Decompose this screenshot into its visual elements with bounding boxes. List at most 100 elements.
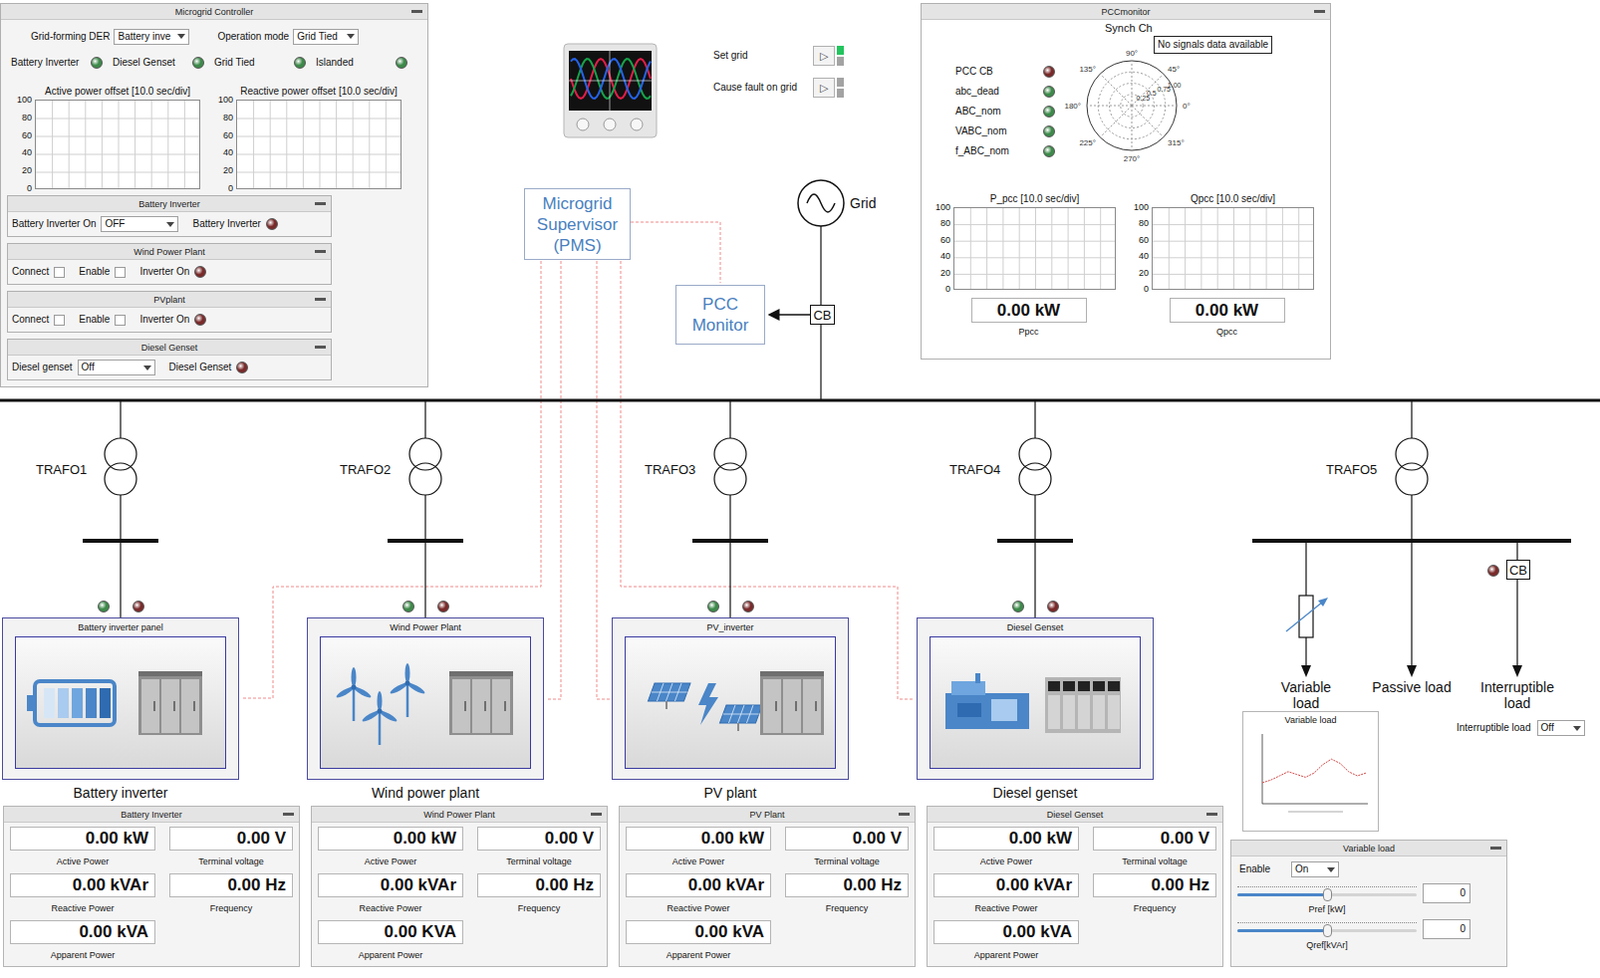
minimize-icon[interactable] xyxy=(1206,812,1218,816)
subpanel-item: Connect xyxy=(11,266,65,278)
enable-label: Enable xyxy=(1239,863,1272,876)
chart-title: Reactive power offset [10.0 sec/div] xyxy=(214,85,402,98)
minimize-icon[interactable] xyxy=(314,297,326,301)
status-led xyxy=(395,56,408,69)
slider-block: 0 Pref [kW] xyxy=(1237,883,1507,916)
minimize-icon[interactable] xyxy=(898,812,910,816)
checkbox[interactable] xyxy=(114,266,126,278)
caret-down-icon xyxy=(166,222,175,228)
status-led xyxy=(1043,85,1056,98)
pcc-monitor-box[interactable]: PCCMonitor xyxy=(675,284,766,345)
dropdown-value: Battery inve xyxy=(117,30,171,43)
minimize-icon[interactable] xyxy=(1490,846,1502,850)
chart-tick: 40 xyxy=(214,148,234,158)
minimize-icon[interactable] xyxy=(314,250,326,254)
checkbox[interactable] xyxy=(53,266,65,278)
der-panel[interactable]: Diesel Genset xyxy=(916,617,1154,781)
slider[interactable] xyxy=(1237,885,1417,902)
chart-tick: 0 xyxy=(12,184,32,194)
chart-title: P_pcc [10.0 sec/div] xyxy=(931,193,1116,206)
variable-load-preview[interactable]: Variable load xyxy=(1242,711,1379,832)
slider[interactable] xyxy=(1237,921,1417,938)
dropdown[interactable]: Grid Tied xyxy=(292,28,359,45)
readout-field: 0.00 KVAApparent Power xyxy=(317,920,464,962)
minimize-icon[interactable] xyxy=(282,812,294,816)
transformer-label: TRAFO2 xyxy=(339,462,391,478)
chart-tick: 60 xyxy=(12,131,32,141)
dropdown[interactable]: On xyxy=(1291,861,1339,878)
subpanel-item: Enable xyxy=(78,313,126,326)
chart-tick: 60 xyxy=(931,236,951,246)
panel-title-bar: Wind Power Plant xyxy=(7,244,331,261)
der-panel[interactable]: Battery inverter panel xyxy=(1,617,240,781)
chart-y-ticks: 100806040200 xyxy=(214,95,237,194)
dropdown[interactable]: OFF xyxy=(100,216,179,233)
dropdown[interactable]: Off xyxy=(77,359,156,376)
readout-caption: Active Power xyxy=(364,855,418,868)
readout-field: 0.00 HzFrequency xyxy=(785,873,909,915)
minimize-icon[interactable] xyxy=(314,345,326,349)
der-status-leds xyxy=(97,600,145,613)
grid-action-button[interactable]: ▷ xyxy=(812,45,835,66)
dropdown[interactable]: Battery inve xyxy=(113,28,190,45)
dropdown-value: OFF xyxy=(104,218,125,231)
indicator: Islanded xyxy=(315,55,408,70)
pcc-chart-block: P_pcc [10.0 sec/div]1008060402000.00 kWP… xyxy=(931,193,1116,338)
readout-value: 0.00 kVAr xyxy=(9,873,156,898)
panel-title: PV Plant xyxy=(749,808,785,821)
readout-field: 0.00 kWActive Power xyxy=(317,826,464,868)
readout-value: 0.00 Hz xyxy=(477,873,601,898)
indicator-label: Islanded xyxy=(315,55,354,70)
minimize-icon[interactable] xyxy=(590,812,602,816)
chart-plot xyxy=(34,99,201,190)
item-label: Battery Inverter On xyxy=(11,218,96,231)
action-indicator xyxy=(836,56,844,66)
der-panel-title: Diesel Genset xyxy=(917,618,1153,637)
chart-title: Qpcc [10.0 sec/div] xyxy=(1129,193,1315,206)
minimize-icon[interactable] xyxy=(1314,9,1326,13)
checkbox[interactable] xyxy=(53,314,65,326)
chart-tick: 100 xyxy=(1129,203,1149,213)
checkbox[interactable] xyxy=(114,314,126,326)
pcc-box-text: PCC xyxy=(702,293,739,315)
subpanel-item: Enable xyxy=(78,266,126,278)
chart-y-ticks: 100806040200 xyxy=(1129,203,1152,294)
pcc-led-label: ABC_nom xyxy=(955,105,1002,118)
readout-caption: Reactive Power xyxy=(50,902,114,915)
slider-value[interactable]: 0 xyxy=(1422,919,1471,940)
slider-label: Pref [kW] xyxy=(1237,904,1417,916)
pcc-reading-caption: Ppcc xyxy=(1018,326,1039,338)
der-panel[interactable]: PV_inverter xyxy=(611,617,849,781)
load-cb[interactable]: CB xyxy=(1506,559,1531,580)
dropdown-value: On xyxy=(1295,863,1309,876)
wind-illustration-icon xyxy=(325,653,526,754)
readout-caption: Active Power xyxy=(56,855,110,868)
grid-action-button[interactable]: ▷ xyxy=(812,77,835,98)
status-led xyxy=(192,56,205,69)
polar-angle-label: 225° xyxy=(1078,138,1096,148)
slider-thumb[interactable] xyxy=(1323,888,1333,902)
minimize-icon[interactable] xyxy=(314,202,326,206)
readout-caption: Active Power xyxy=(672,855,726,868)
der-label: Battery inverter xyxy=(73,785,169,801)
pms-box[interactable]: MicrogridSupervisor(PMS) xyxy=(524,188,631,261)
panel-title: Wind Power Plant xyxy=(133,246,206,259)
offset-chart: Reactive power offset [10.0 sec/div]1008… xyxy=(214,85,402,190)
grid-action-row: Cause fault on grid▷ xyxy=(713,77,844,98)
slider-value[interactable]: 0 xyxy=(1422,883,1471,904)
slider-thumb[interactable] xyxy=(1323,924,1333,938)
diesel-illustration-icon xyxy=(935,653,1135,754)
der-column: Diesel GensetDiesel genset xyxy=(916,600,1154,801)
panel-title: Variable load xyxy=(1342,842,1395,855)
oscilloscope-icon[interactable] xyxy=(562,42,658,139)
panel-title-bar: Microgrid Controller xyxy=(0,3,428,20)
pcc-cb[interactable]: CB xyxy=(809,304,835,325)
minimize-icon[interactable] xyxy=(411,9,423,13)
dropdown[interactable]: Off xyxy=(1537,720,1586,737)
readout-caption: Apparent Power xyxy=(974,949,1040,962)
panel-title-bar: PV Plant xyxy=(619,806,915,823)
dropdown-value: Grid Tied xyxy=(296,30,338,43)
status-led xyxy=(194,266,207,278)
chart-plot xyxy=(953,207,1116,290)
der-panel[interactable]: Wind Power Plant xyxy=(306,617,544,781)
